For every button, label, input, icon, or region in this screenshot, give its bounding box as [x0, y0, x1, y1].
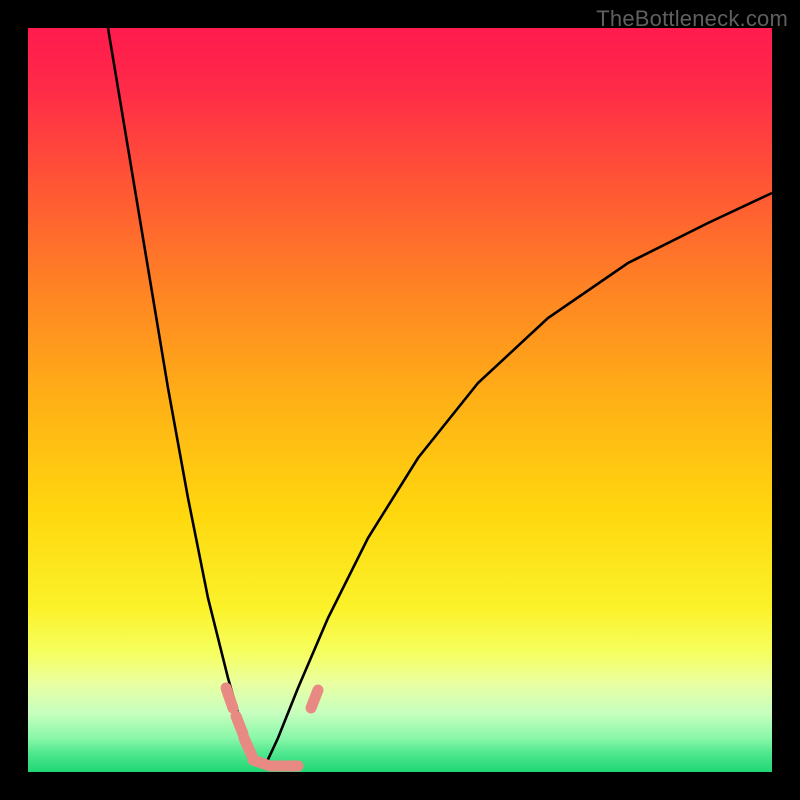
plot-area [28, 28, 772, 772]
valley-marker [253, 760, 270, 766]
curve-right-branch [264, 193, 772, 768]
valley-marker [236, 716, 243, 734]
curve-left-branch [108, 28, 264, 768]
valley-marker [226, 688, 233, 708]
valley-marker [244, 738, 252, 756]
chart-frame: TheBottleneck.com [0, 0, 800, 800]
valley-marker [311, 690, 318, 708]
watermark-text: TheBottleneck.com [596, 6, 788, 32]
valley-markers [226, 688, 318, 766]
curve-layer [28, 28, 772, 772]
